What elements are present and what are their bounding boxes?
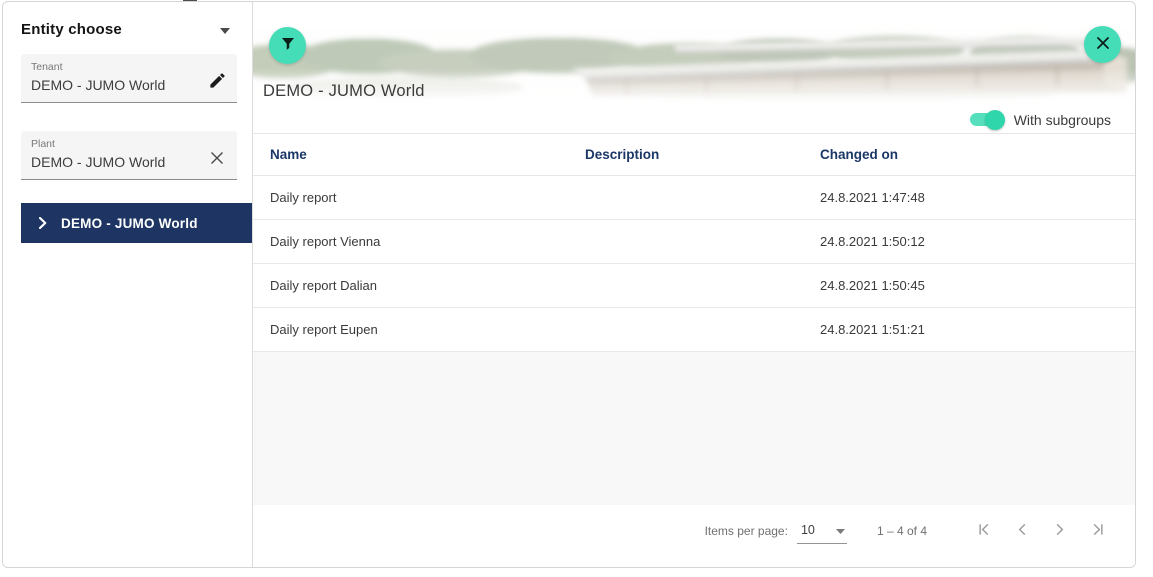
clear-x-icon	[209, 150, 225, 169]
close-button[interactable]	[1084, 26, 1121, 63]
tenant-edit-button[interactable]	[205, 70, 229, 94]
cell-changed-on: 24.8.2021 1:50:45	[820, 278, 1135, 293]
panel-title: DEMO - JUMO World	[263, 82, 425, 101]
cell-name: Daily report Eupen	[270, 322, 585, 337]
paginator-range-label: 1 – 4 of 4	[877, 524, 927, 538]
pencil-icon	[208, 71, 227, 93]
table-header-row: Name Description Changed on	[253, 133, 1135, 176]
sidebar-tree-item-selected[interactable]: DEMO - JUMO World	[21, 203, 252, 243]
cell-name: Daily report	[270, 190, 585, 205]
first-page-button[interactable]	[972, 518, 998, 544]
next-page-button[interactable]	[1046, 518, 1072, 544]
cell-changed-on: 24.8.2021 1:51:21	[820, 322, 1135, 337]
table-row[interactable]: Daily report Dalian 24.8.2021 1:50:45	[253, 264, 1135, 308]
next-page-icon	[1052, 522, 1067, 540]
table-empty-area	[253, 352, 1135, 505]
with-subgroups-toggle[interactable]	[970, 113, 1002, 126]
cell-changed-on: 24.8.2021 1:47:48	[820, 190, 1135, 205]
subgroups-toggle-row: With subgroups	[253, 106, 1135, 133]
first-page-icon	[978, 522, 993, 540]
reports-table: Name Description Changed on Daily report…	[253, 133, 1135, 352]
with-subgroups-label: With subgroups	[1014, 112, 1111, 128]
column-header-name[interactable]: Name	[270, 147, 585, 162]
paginator: Items per page: 10 1 – 4 of 4	[253, 505, 1135, 567]
sidebar: Entity choose Tenant DEMO - JUMO World	[3, 2, 253, 567]
items-per-page-label: Items per page:	[705, 524, 788, 538]
sidebar-title: Entity choose	[21, 21, 122, 38]
sidebar-tree-item-label: DEMO - JUMO World	[61, 216, 198, 231]
items-per-page-value: 10	[801, 523, 815, 537]
table-row[interactable]: Daily report Eupen 24.8.2021 1:51:21	[253, 308, 1135, 352]
chevron-right-icon[interactable]	[39, 217, 47, 229]
caret-down-icon	[836, 521, 845, 539]
last-page-button[interactable]	[1083, 518, 1109, 544]
tenant-field-value: DEMO - JUMO World	[31, 77, 201, 93]
cell-changed-on: 24.8.2021 1:50:12	[820, 234, 1135, 249]
previous-page-icon	[1015, 522, 1030, 540]
cell-name: Daily report Dalian	[270, 278, 585, 293]
tenant-field[interactable]: Tenant DEMO - JUMO World	[21, 54, 237, 103]
toggle-thumb[interactable]	[985, 110, 1005, 130]
caret-down-icon	[220, 22, 230, 37]
close-x-icon	[1095, 35, 1111, 54]
previous-page-button[interactable]	[1009, 518, 1035, 544]
plant-clear-button[interactable]	[205, 147, 229, 171]
plant-field-label: Plant	[31, 138, 229, 150]
items-per-page-select[interactable]: 10	[797, 519, 847, 544]
column-header-changed-on[interactable]: Changed on	[820, 147, 1135, 162]
filter-funnel-icon	[279, 35, 297, 56]
entity-choose-dialog: Entity choose Tenant DEMO - JUMO World	[2, 1, 1136, 568]
plant-field-value: DEMO - JUMO World	[31, 154, 201, 170]
banner: DEMO - JUMO World	[253, 2, 1135, 106]
cell-name: Daily report Vienna	[270, 234, 585, 249]
last-page-icon	[1089, 522, 1104, 540]
app-window: Entity choose Tenant DEMO - JUMO World	[0, 0, 1153, 577]
table-row[interactable]: Daily report 24.8.2021 1:47:48	[253, 176, 1135, 220]
sidebar-collapse-button[interactable]	[214, 20, 236, 38]
column-header-description[interactable]: Description	[585, 147, 820, 162]
main-panel: DEMO - JUMO World With subgroups Name De…	[253, 2, 1135, 567]
filter-button[interactable]	[269, 27, 306, 64]
table-row[interactable]: Daily report Vienna 24.8.2021 1:50:12	[253, 220, 1135, 264]
tenant-field-label: Tenant	[31, 61, 229, 73]
plant-field[interactable]: Plant DEMO - JUMO World	[21, 131, 237, 180]
